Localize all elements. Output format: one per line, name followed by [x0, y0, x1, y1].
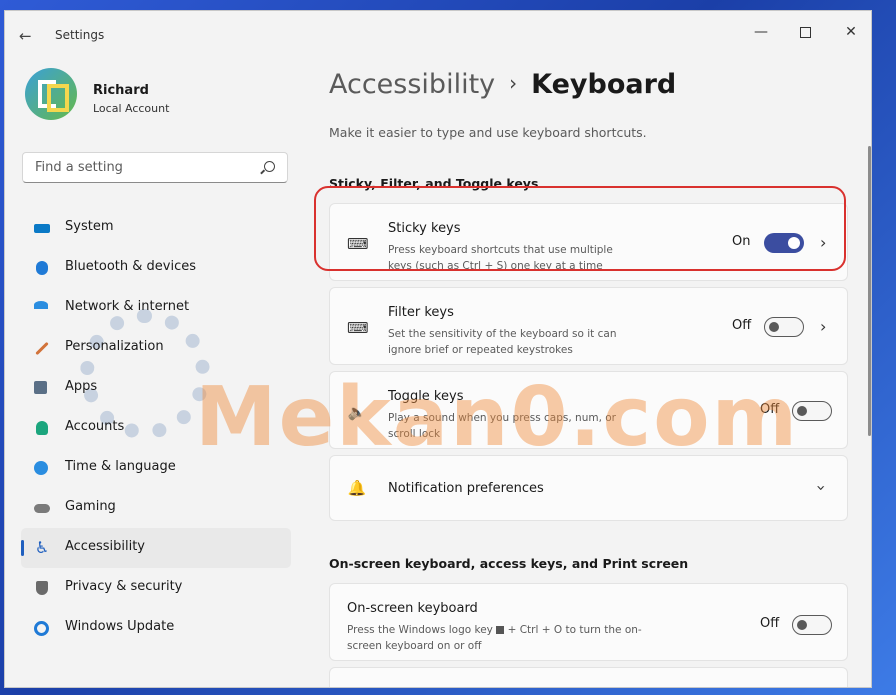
notification-preferences-title: Notification preferences — [388, 481, 544, 496]
sidebar-item-gaming[interactable]: Gaming — [21, 488, 291, 528]
sidebar-item-accessibility[interactable]: ♿ Accessibility — [21, 528, 291, 568]
next-setting-card[interactable] — [329, 667, 848, 687]
brush-icon — [35, 341, 49, 356]
bluetooth-icon — [36, 261, 48, 275]
shield-icon — [36, 581, 48, 595]
settings-window: ← Settings — ✕ Richard Local Account Sys… — [4, 10, 872, 688]
sidebar-item-network[interactable]: Network & internet — [21, 288, 291, 328]
onscreen-keyboard-title: On-screen keyboard — [347, 601, 478, 616]
title-bar: ← Settings — ✕ — [5, 11, 871, 59]
breadcrumb-parent[interactable]: Accessibility — [329, 69, 495, 100]
scrollbar[interactable] — [868, 146, 871, 436]
search-icon[interactable] — [264, 161, 275, 172]
update-icon — [34, 621, 49, 636]
page-title: Keyboard — [531, 69, 677, 100]
clock-globe-icon — [34, 461, 48, 475]
sidebar-item-label: Gaming — [65, 499, 116, 514]
maximize-icon[interactable] — [785, 19, 825, 45]
sidebar-item-personalization[interactable]: Personalization — [21, 328, 291, 368]
sidebar-item-label: Network & internet — [65, 299, 190, 314]
onscreen-keyboard-card[interactable]: On-screen keyboard Press the Windows log… — [329, 583, 848, 661]
user-name: Richard — [93, 83, 149, 98]
chevron-right-icon[interactable]: › — [820, 319, 826, 335]
windows-logo-icon — [496, 626, 505, 634]
sidebar-item-label: Accessibility — [65, 539, 145, 554]
chevron-down-icon[interactable]: › — [812, 485, 831, 491]
user-account-type: Local Account — [93, 102, 170, 115]
apps-icon — [34, 381, 47, 394]
onscreen-keyboard-description: Press the Windows logo key + Ctrl + O to… — [347, 624, 642, 652]
avatar[interactable] — [25, 68, 77, 120]
filter-keys-toggle[interactable] — [764, 317, 804, 337]
wifi-icon — [34, 301, 48, 309]
bell-icon: 🔔 — [347, 479, 367, 497]
breadcrumb-separator: › — [509, 71, 518, 95]
keyboard-clock-icon: ⌨ — [347, 319, 369, 337]
sidebar-item-privacy[interactable]: Privacy & security — [21, 568, 291, 608]
sidebar-item-label: Privacy & security — [65, 579, 183, 594]
app-title: Settings — [55, 28, 105, 42]
sticky-keys-highlight-annotation — [314, 186, 846, 271]
sidebar-item-label: Windows Update — [65, 619, 175, 634]
sidebar-item-label: Personalization — [65, 339, 164, 354]
sidebar-item-label: Bluetooth & devices — [65, 259, 196, 274]
sidebar-item-label: System — [65, 219, 114, 234]
onscreen-keyboard-state: Off — [760, 616, 780, 631]
breadcrumb: Accessibility › Keyboard — [329, 69, 676, 100]
filter-keys-description: Set the sensitivity of the keyboard so i… — [388, 328, 617, 356]
person-icon — [36, 421, 48, 435]
search-box[interactable] — [22, 152, 288, 183]
filter-keys-title: Filter keys — [388, 305, 454, 320]
system-icon — [34, 224, 50, 233]
sidebar-item-label: Apps — [65, 379, 98, 394]
accessibility-icon: ♿ — [34, 538, 50, 557]
onscreen-keyboard-toggle[interactable] — [792, 615, 832, 635]
filter-keys-state: Off — [732, 318, 752, 333]
section-title-onscreen: On-screen keyboard, access keys, and Pri… — [329, 556, 689, 571]
watermark-text: Mekan0.com — [195, 370, 800, 465]
sidebar-item-bluetooth[interactable]: Bluetooth & devices — [21, 248, 291, 288]
sidebar-item-label: Time & language — [65, 459, 176, 474]
close-icon[interactable]: ✕ — [831, 19, 871, 45]
search-input[interactable] — [33, 159, 257, 176]
page-description: Make it easier to type and use keyboard … — [329, 125, 647, 140]
minimize-icon[interactable]: — — [741, 19, 781, 45]
back-arrow-icon[interactable]: ← — [19, 27, 41, 45]
controller-icon — [34, 504, 50, 513]
sidebar-item-system[interactable]: System — [21, 208, 291, 248]
filter-keys-card[interactable]: ⌨ Filter keys Set the sensitivity of the… — [329, 287, 848, 365]
sidebar-item-windows-update[interactable]: Windows Update — [21, 608, 291, 648]
sidebar-item-label: Accounts — [65, 419, 125, 434]
